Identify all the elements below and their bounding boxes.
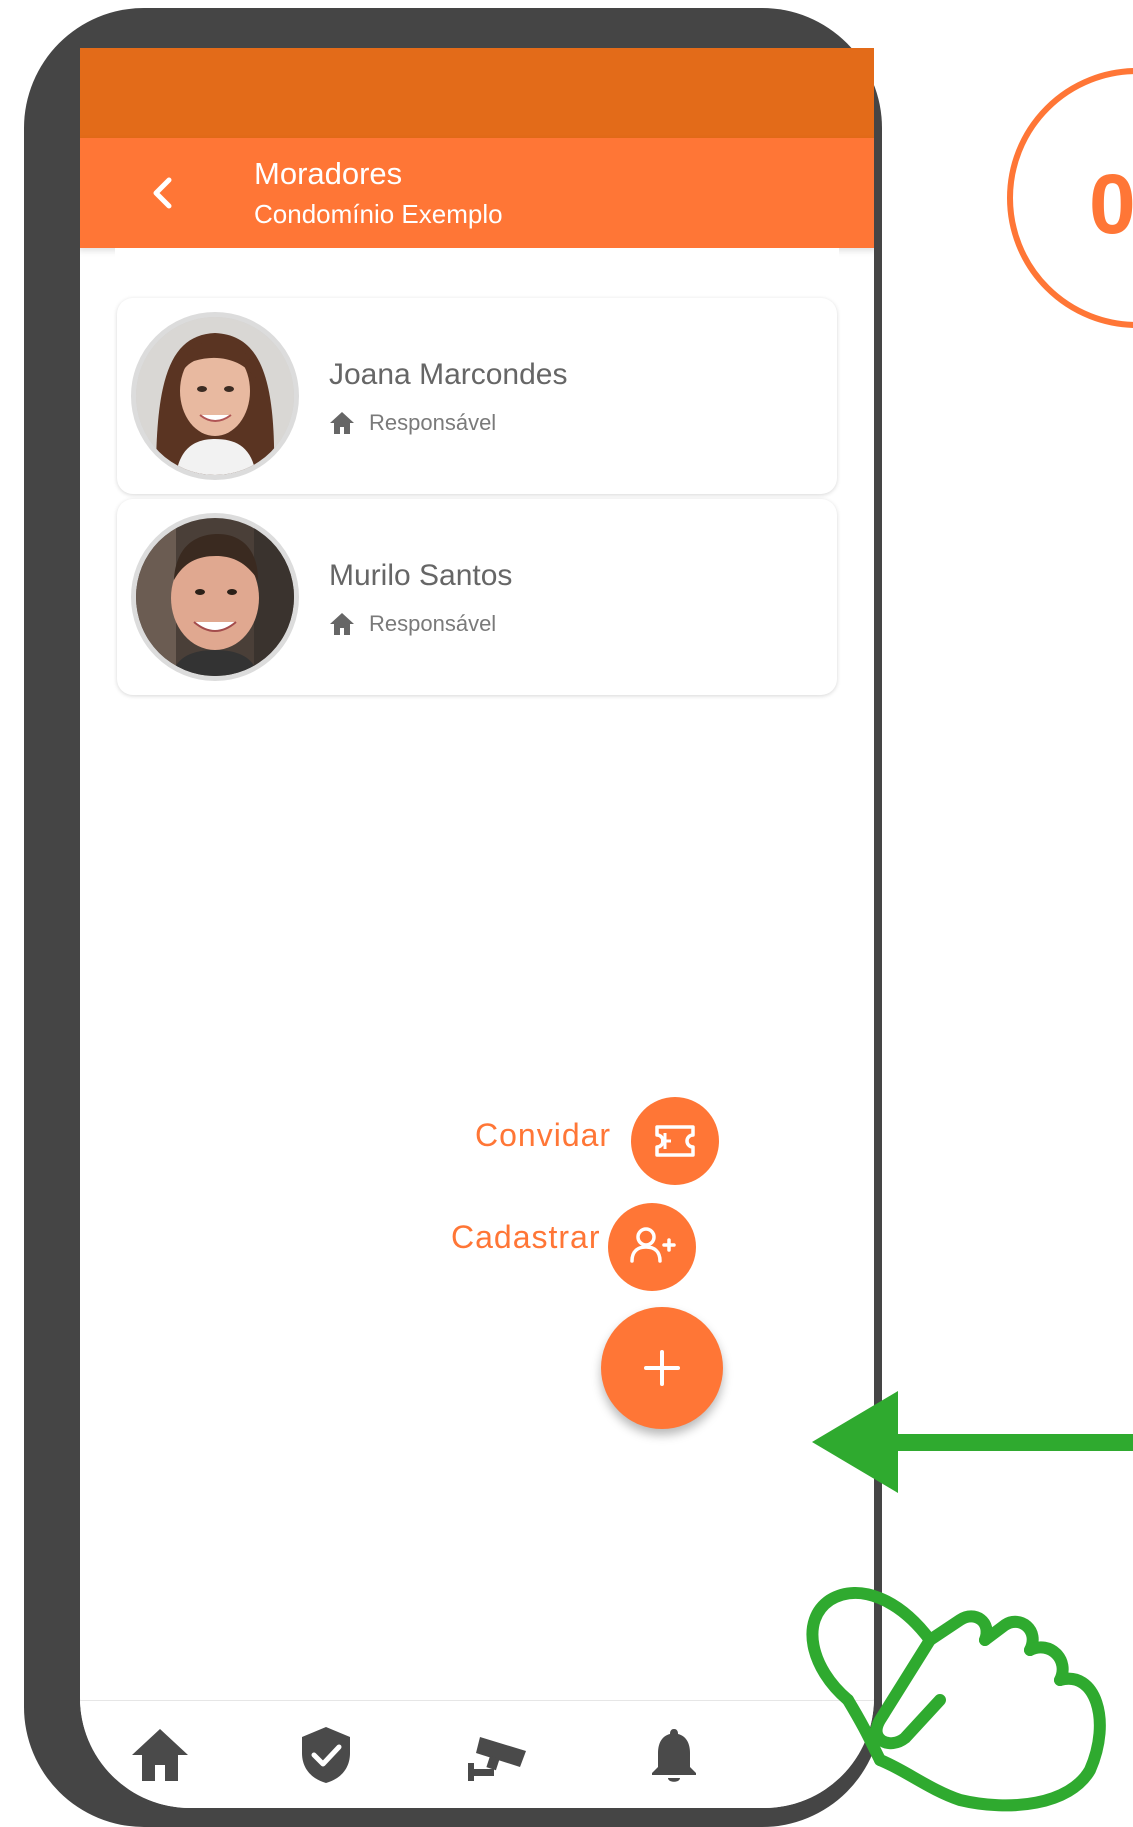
pointing-hand-icon (806, 1587, 1106, 1812)
tutorial-screenshot: Moradores Condomínio Exemplo Joana Marco… (0, 0, 1133, 1827)
arrow-left-icon (812, 1391, 1133, 1493)
annotation-overlay (806, 1391, 1133, 1812)
